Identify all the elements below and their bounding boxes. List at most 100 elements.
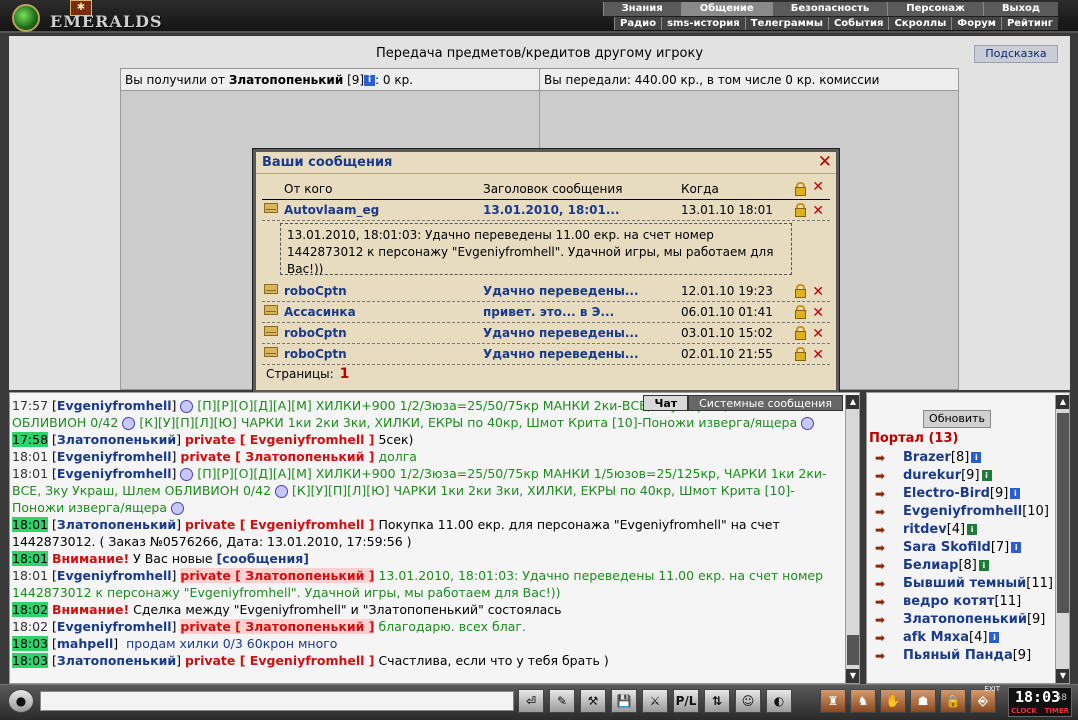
- user-list-item[interactable]: Златопопенький[9]: [871, 611, 1051, 629]
- chat-time[interactable]: 18:02: [12, 619, 48, 634]
- submenu-item[interactable]: Рейтинг: [1000, 17, 1058, 30]
- chat-nick[interactable]: Златопопенький: [57, 517, 176, 532]
- action-button[interactable]: ♞: [850, 689, 876, 713]
- chat-tab[interactable]: Чат: [643, 395, 689, 411]
- user-list-item[interactable]: afk Мяха[4]i: [871, 629, 1051, 647]
- chat-scrollbar[interactable]: ▲ ▼: [845, 395, 859, 683]
- chat-mode-icon[interactable]: ●: [8, 689, 34, 713]
- menu-item[interactable]: Безопасность: [771, 2, 888, 16]
- chat-nick[interactable]: Evgeniyfromhell: [57, 466, 172, 481]
- chat-time[interactable]: 18:01: [12, 449, 48, 464]
- user-name[interactable]: durekur: [903, 468, 961, 483]
- lock-icon[interactable]: [795, 347, 806, 361]
- private-tag[interactable]: private [ Златопопенький ]: [180, 449, 374, 464]
- tool-button[interactable]: ◐: [766, 689, 792, 713]
- user-list-item[interactable]: Electro-Bird[9]i: [871, 485, 1051, 503]
- scroll-thumb[interactable]: [847, 635, 859, 665]
- user-name[interactable]: Evgeniyfromhell: [903, 504, 1022, 519]
- user-list-item[interactable]: Brazer[8]i: [871, 449, 1051, 467]
- refresh-button[interactable]: Обновить: [923, 410, 991, 428]
- menu-item[interactable]: Общение: [680, 2, 772, 16]
- info-icon[interactable]: i: [971, 452, 982, 463]
- delete-all-icon[interactable]: ✕: [812, 179, 824, 195]
- user-name[interactable]: Sara Skofild: [903, 540, 991, 555]
- delete-icon[interactable]: ✕: [812, 326, 824, 342]
- menu-item[interactable]: Персонаж: [887, 2, 983, 16]
- submenu-item[interactable]: Телеграммы: [744, 17, 828, 30]
- action-button[interactable]: ✋: [880, 689, 906, 713]
- scroll-thumb[interactable]: [1057, 413, 1069, 613]
- message-from[interactable]: roboCptn: [284, 284, 347, 298]
- submenu-item[interactable]: Скроллы: [888, 17, 952, 30]
- submenu-item[interactable]: Радио: [614, 17, 662, 30]
- message-row[interactable]: roboCptn Удачно переведены... 02.01.10 21:…: [262, 344, 830, 365]
- message-subject[interactable]: привет. это... в Э...: [483, 305, 614, 319]
- menu-item[interactable]: Знания: [602, 2, 681, 16]
- message-row-open[interactable]: Autovlaam_eg 13.01.2010, 18:01... 13.01.…: [262, 200, 830, 221]
- lock-icon[interactable]: [795, 305, 806, 319]
- chat-tab[interactable]: Системные сообщения: [688, 395, 843, 411]
- private-tag[interactable]: private [ Evgeniyfromhell ]: [185, 653, 375, 668]
- user-list-item[interactable]: Пьяный Панда[9]: [871, 647, 1051, 665]
- scroll-up-icon[interactable]: ▲: [846, 395, 859, 409]
- chat-nick[interactable]: Златопопенький: [57, 432, 176, 447]
- messages-link[interactable]: [сообщения]: [217, 551, 309, 566]
- info-icon[interactable]: i: [364, 75, 376, 86]
- private-tag[interactable]: private [ Evgeniyfromhell ]: [185, 517, 375, 532]
- tool-button[interactable]: 💾: [611, 689, 637, 713]
- user-name[interactable]: ведро котят: [903, 594, 994, 609]
- private-tag[interactable]: private [ Evgeniyfromhell ]: [185, 432, 375, 447]
- user-list-item[interactable]: Бывший темный[11]: [871, 575, 1053, 593]
- info-icon[interactable]: i: [989, 632, 1000, 643]
- chat-time[interactable]: 17:57: [12, 398, 48, 413]
- user-list-item[interactable]: Evgeniyfromhell[10]: [871, 503, 1051, 521]
- user-name[interactable]: afk Мяха: [903, 630, 969, 645]
- user-name[interactable]: Златопопенький: [903, 612, 1027, 627]
- message-row[interactable]: Ассасинка привет. это... в Э... 06.01.10 0…: [262, 302, 830, 323]
- timer-label[interactable]: TIMER: [1044, 707, 1069, 715]
- user-name[interactable]: Electro-Bird: [903, 486, 990, 501]
- user-list-item[interactable]: ведро котят[11]: [871, 593, 1051, 611]
- action-button[interactable]: ♜: [820, 689, 846, 713]
- tool-button[interactable]: ⚒: [580, 689, 606, 713]
- message-subject[interactable]: Удачно переведены...: [483, 347, 639, 361]
- close-icon[interactable]: ✕: [818, 153, 832, 171]
- message-from[interactable]: roboCptn: [284, 347, 347, 361]
- chat-time[interactable]: 18:03: [12, 636, 49, 651]
- game-logo[interactable]: ✱ EMERALDS: [8, 0, 178, 32]
- user-name[interactable]: Белиар: [903, 558, 958, 573]
- users-scrollbar[interactable]: ▲ ▼: [1055, 395, 1069, 683]
- submenu-item[interactable]: sms-история: [661, 17, 745, 30]
- chat-nick[interactable]: Златопопенький: [57, 653, 176, 668]
- chat-time[interactable]: 17:58: [12, 432, 49, 447]
- user-name[interactable]: Пьяный Панда: [903, 648, 1013, 663]
- message-subject[interactable]: Удачно переведены...: [483, 326, 639, 340]
- message-row[interactable]: roboCptn Удачно переведены... 03.01.10 15:…: [262, 323, 830, 344]
- user-name[interactable]: ritdev: [903, 522, 947, 537]
- chat-nick[interactable]: Evgeniyfromhell: [57, 568, 172, 583]
- tool-button[interactable]: ⚔: [642, 689, 668, 713]
- message-from[interactable]: Ассасинка: [284, 305, 356, 319]
- chat-time[interactable]: 18:02: [12, 602, 49, 617]
- chat-nick[interactable]: Evgeniyfromhell: [57, 398, 172, 413]
- user-name[interactable]: Бывший темный: [903, 576, 1026, 591]
- tool-button[interactable]: P/L: [673, 689, 699, 713]
- info-icon[interactable]: i: [967, 524, 978, 535]
- user-list-item[interactable]: durekur[9]i: [871, 467, 1051, 485]
- delete-icon[interactable]: ✕: [812, 284, 824, 300]
- lock-icon[interactable]: [795, 203, 806, 217]
- info-icon[interactable]: i: [1011, 542, 1022, 553]
- lock-icon[interactable]: [795, 326, 806, 340]
- chat-time[interactable]: 18:01: [12, 568, 48, 583]
- delete-icon[interactable]: ✕: [812, 203, 824, 219]
- menu-item[interactable]: Выход: [982, 2, 1058, 16]
- tool-button[interactable]: ✎: [549, 689, 575, 713]
- info-icon[interactable]: i: [981, 470, 992, 481]
- info-icon[interactable]: i: [978, 560, 989, 571]
- tool-button[interactable]: ⏎: [518, 689, 544, 713]
- tool-button[interactable]: ⇅: [704, 689, 730, 713]
- message-row[interactable]: roboCptn Удачно переведены... 12.01.10 19:…: [262, 281, 830, 302]
- message-subject[interactable]: Удачно переведены...: [483, 284, 639, 298]
- user-list-item[interactable]: ritdev[4]i: [871, 521, 1051, 539]
- scroll-up-icon[interactable]: ▲: [1056, 395, 1069, 409]
